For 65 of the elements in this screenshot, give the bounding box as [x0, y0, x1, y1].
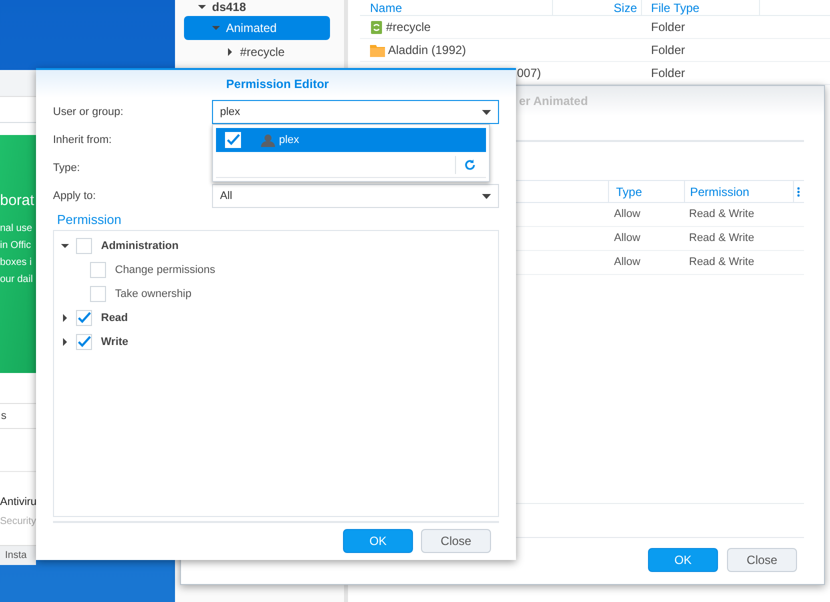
checkbox[interactable] — [90, 262, 106, 278]
field-label: Inherit from: — [53, 132, 113, 148]
recycle-bin-icon — [370, 20, 383, 34]
section-heading: Permission — [57, 212, 122, 228]
table-cell-text: Allow — [613, 207, 642, 222]
user-option[interactable]: plex — [216, 128, 486, 152]
checkbox[interactable] — [76, 334, 92, 350]
file-name: Aladdin (1992) — [388, 42, 466, 59]
app-category: Security — [0, 514, 36, 528]
permission-label: Read — [101, 310, 128, 326]
field-label: User or group: — [53, 104, 124, 120]
app-name: Antiviru — [0, 495, 36, 510]
permission-label: Take ownership — [115, 286, 192, 302]
file-name: #recycle — [386, 19, 431, 36]
permission-label: Change permissions — [115, 262, 216, 278]
field-label: Type: — [53, 160, 81, 176]
window-title: er Animated — [519, 93, 588, 110]
caret-right-icon[interactable] — [226, 48, 234, 56]
tree-item[interactable]: ds418 — [184, 0, 330, 14]
banner-text: our dail — [0, 273, 34, 287]
table-cell-text: Allow — [613, 231, 642, 246]
column-header[interactable]: Size — [553, 0, 642, 15]
caret-down-icon[interactable] — [61, 242, 69, 250]
caret-right-icon[interactable] — [61, 338, 69, 346]
table-cell-text: Read & Write — [688, 255, 754, 270]
close-button[interactable]: Close — [727, 548, 797, 572]
caret-down-icon[interactable] — [198, 3, 206, 11]
table-cell-text: Read & Write — [688, 207, 754, 222]
dropdown-field[interactable]: All — [212, 184, 499, 208]
checkbox[interactable] — [76, 238, 92, 254]
dropdown-field[interactable]: plex — [212, 100, 499, 124]
install-button[interactable]: Insta — [5, 548, 27, 563]
tab[interactable]: s — [1, 408, 6, 424]
permission-label: Administration — [101, 238, 179, 254]
permission-label: Write — [101, 334, 128, 350]
refresh-icon[interactable] — [464, 159, 476, 171]
table-cell-text: Allow — [613, 255, 642, 270]
column-header[interactable]: File Type — [642, 0, 760, 15]
banner-text: in Offic — [0, 239, 32, 253]
column-menu-icon[interactable] — [797, 186, 800, 196]
file-row[interactable]: #recycle Folder — [360, 16, 830, 39]
user-icon — [261, 133, 275, 147]
folder-icon — [370, 44, 385, 56]
column-header[interactable]: Type — [609, 181, 685, 202]
file-type: Folder — [650, 42, 686, 59]
table-cell-text: Read & Write — [688, 231, 754, 246]
caret-right-icon[interactable] — [61, 314, 69, 322]
field-label: Apply to: — [53, 188, 97, 204]
caret-down-icon[interactable] — [482, 194, 491, 198]
banner-title: borat — [0, 191, 36, 211]
checkbox[interactable] — [76, 310, 92, 326]
caret-down-icon[interactable] — [482, 110, 491, 114]
tree-item[interactable]: Animated — [184, 16, 330, 40]
file-row[interactable]: Aladdin (1992) Folder — [360, 39, 830, 62]
tree-item[interactable]: #recycle — [184, 40, 330, 64]
checkbox[interactable] — [90, 286, 106, 302]
file-name: 007) — [517, 65, 542, 82]
dialog-title: Permission Editor — [225, 76, 329, 93]
close-button[interactable]: Close — [421, 529, 491, 553]
file-type: Folder — [650, 65, 686, 82]
file-type: Folder — [650, 19, 686, 36]
column-header[interactable]: Permission — [685, 181, 794, 202]
banner-text: boxes i — [0, 256, 33, 270]
column-header[interactable]: Name — [360, 0, 553, 15]
banner-text: nal use — [0, 222, 34, 236]
